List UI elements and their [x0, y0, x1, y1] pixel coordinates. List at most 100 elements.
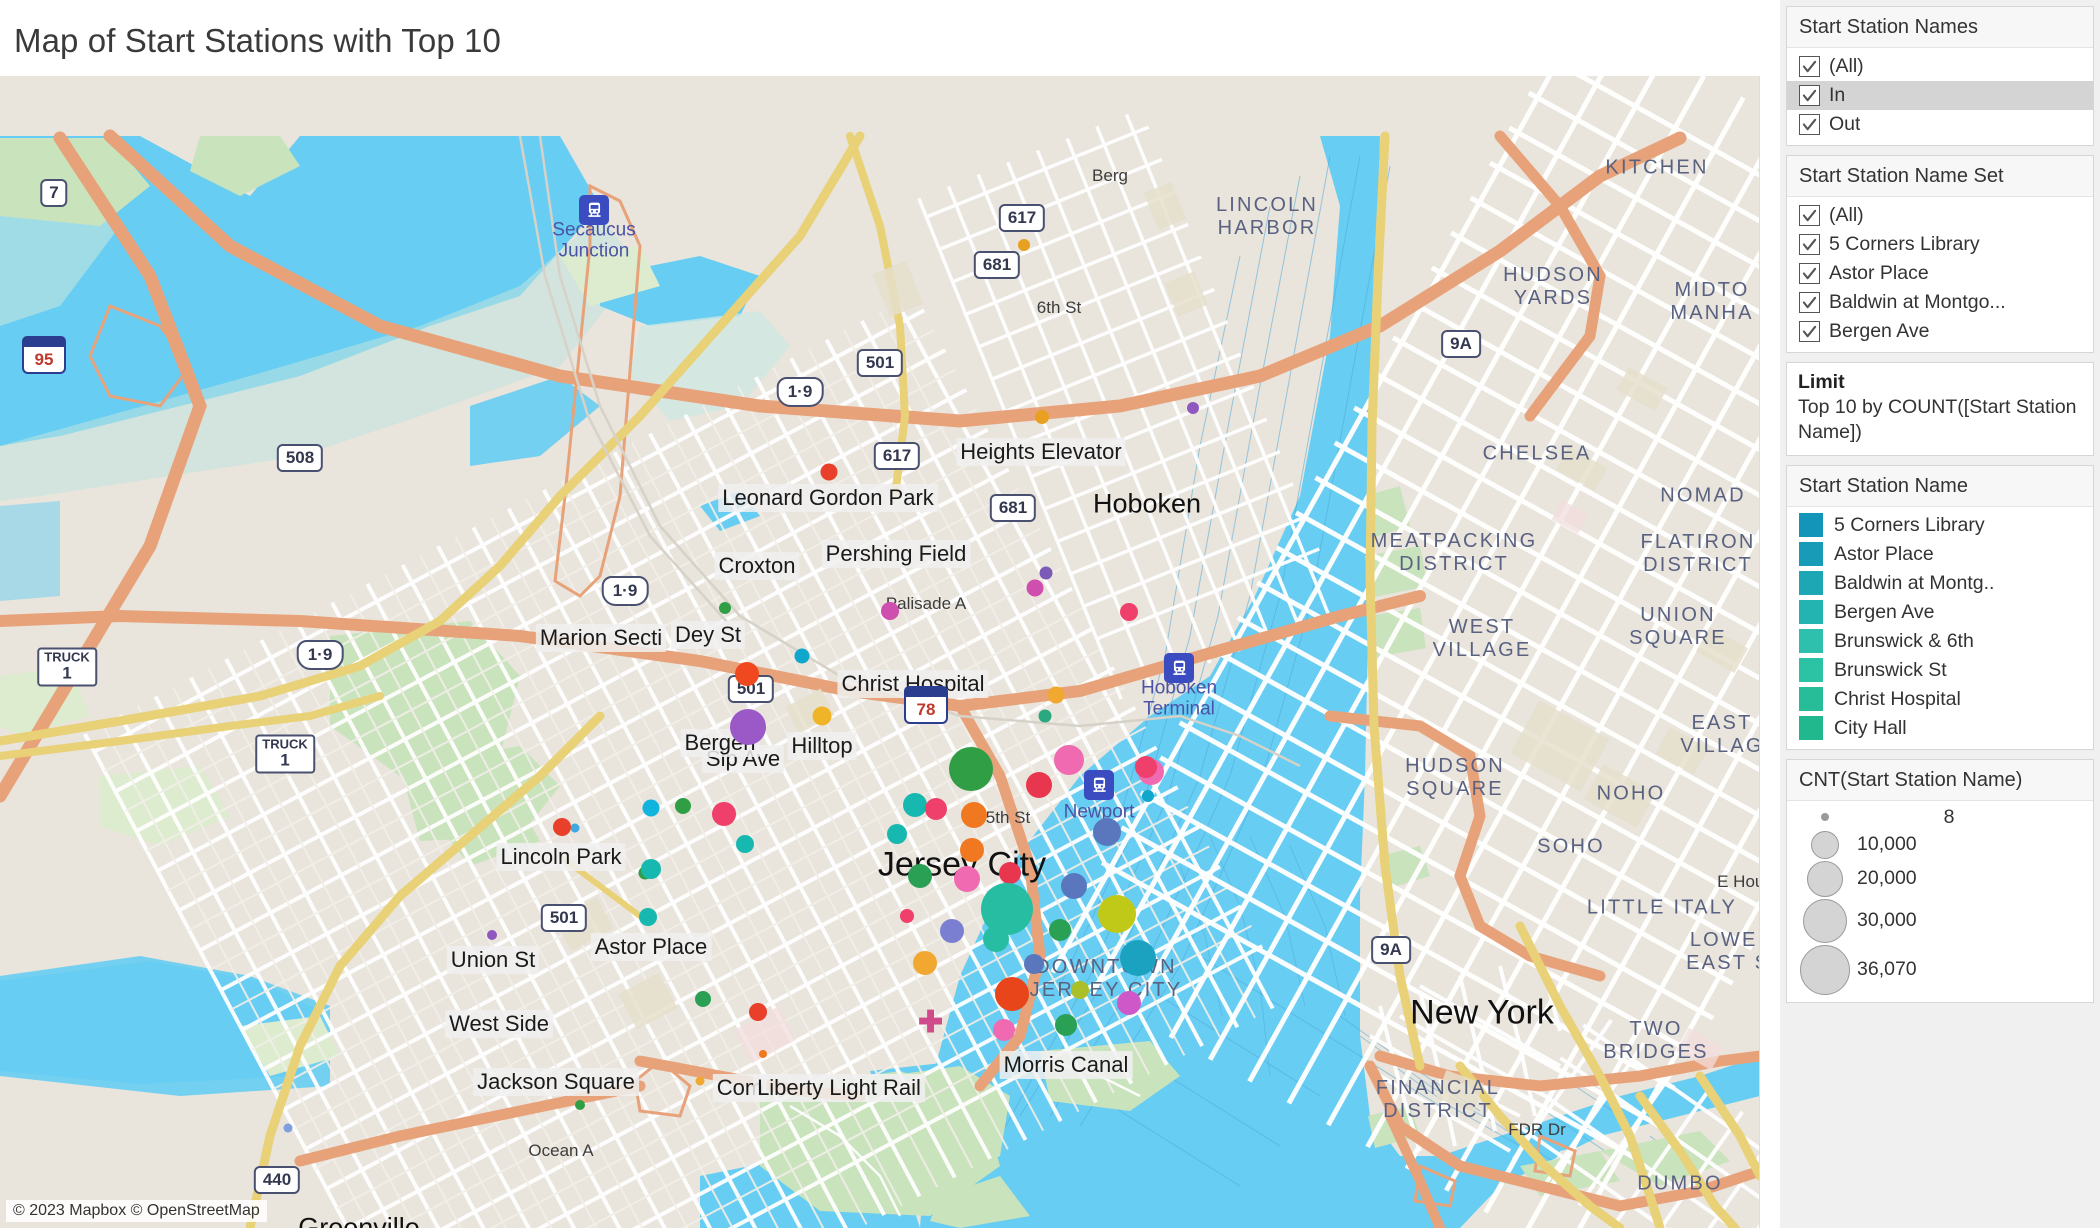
map-data-point[interactable] — [639, 908, 657, 926]
map-data-point[interactable] — [695, 1076, 705, 1086]
map-data-point[interactable] — [719, 602, 731, 614]
map-data-point[interactable] — [995, 977, 1029, 1011]
filter-option-all[interactable]: (All) — [1787, 201, 2093, 230]
color-legend-label: Bergen Ave — [1834, 600, 1935, 623]
color-legend-item[interactable]: Brunswick St — [1787, 656, 2093, 685]
map-data-point[interactable] — [1038, 709, 1052, 723]
map-data-point[interactable] — [1055, 1014, 1077, 1036]
map-data-point[interactable] — [1018, 239, 1030, 251]
map-data-point[interactable] — [794, 648, 810, 664]
filter-option-5-corners-library[interactable]: 5 Corners Library — [1787, 230, 2093, 259]
map-data-point[interactable] — [993, 1019, 1015, 1041]
checkbox-icon[interactable] — [1799, 321, 1820, 342]
color-swatch — [1799, 513, 1823, 538]
train-station-icon — [1084, 770, 1114, 800]
size-circle — [1821, 813, 1829, 822]
color-legend-label: Baldwin at Montg.. — [1834, 571, 1995, 594]
map-data-point[interactable] — [730, 709, 766, 745]
map-data-point[interactable] — [1071, 981, 1089, 999]
map-data-point[interactable] — [1049, 919, 1071, 941]
highway-shield: 501 — [856, 349, 904, 377]
size-circle — [1803, 898, 1847, 943]
map-data-point[interactable] — [1026, 772, 1052, 798]
color-legend-label: Christ Hospital — [1834, 687, 1961, 710]
highway-shield: 7 — [40, 179, 68, 207]
map-data-point[interactable] — [881, 602, 899, 620]
map-data-point[interactable] — [949, 747, 993, 791]
filter-option-astor-place[interactable]: Astor Place — [1787, 259, 2093, 288]
map-data-point[interactable] — [812, 706, 832, 726]
color-legend-item[interactable]: 5 Corners Library — [1787, 511, 2093, 540]
map-data-point[interactable] — [820, 463, 838, 481]
color-legend-item[interactable]: City Hall — [1787, 714, 2093, 743]
map-data-point[interactable] — [735, 662, 759, 686]
map-data-point[interactable] — [1117, 991, 1141, 1015]
map-data-point[interactable] — [1026, 579, 1044, 597]
map-data-point[interactable] — [925, 798, 947, 820]
map-data-point[interactable] — [940, 919, 964, 943]
map-data-point[interactable] — [999, 862, 1021, 884]
color-legend-item[interactable]: Brunswick & 6th — [1787, 627, 2093, 656]
map-data-point[interactable] — [900, 909, 914, 923]
map-data-point[interactable] — [675, 798, 691, 814]
map-data-point[interactable] — [908, 864, 932, 888]
highway-shield: 1·9 — [601, 576, 649, 606]
filter-option-in[interactable]: In — [1787, 81, 2093, 110]
checkbox-icon[interactable] — [1799, 234, 1820, 255]
checkbox-icon[interactable] — [1799, 263, 1820, 284]
map-data-point[interactable] — [1135, 756, 1157, 778]
size-legend-item: 10,000 — [1787, 830, 2093, 860]
color-legend-item[interactable]: Astor Place — [1787, 540, 2093, 569]
map-data-point[interactable] — [887, 824, 907, 844]
map-data-point[interactable] — [1054, 745, 1084, 775]
map-data-point[interactable] — [1187, 402, 1199, 414]
map-data-point[interactable] — [695, 991, 711, 1007]
map-canvas[interactable]: Heights Elevator Leonard Gordon Park Persh… — [0, 76, 1759, 1228]
map-data-point[interactable] — [759, 1050, 767, 1058]
checkbox-icon[interactable] — [1799, 85, 1820, 106]
map-container[interactable]: Heights Elevator Leonard Gordon Park Persh… — [0, 76, 1760, 1228]
map-data-point[interactable] — [954, 866, 980, 892]
map-data-point[interactable] — [1035, 410, 1049, 424]
map-data-point[interactable] — [903, 793, 927, 817]
map-data-point[interactable] — [749, 1003, 767, 1021]
map-data-point[interactable] — [1120, 940, 1156, 976]
map-data-point[interactable] — [575, 1100, 585, 1110]
checkbox-icon[interactable] — [1799, 114, 1820, 135]
color-legend-item[interactable]: Bergen Ave — [1787, 598, 2093, 627]
size-legend-card: CNT(Start Station Name) 8 10,000 20,000 30,… — [1786, 758, 2094, 1003]
map-data-point[interactable] — [736, 835, 754, 853]
map-data-point[interactable] — [487, 930, 497, 940]
filter-option-baldwin-at-montgomery[interactable]: Baldwin at Montgo... — [1787, 288, 2093, 317]
highway-shield: 9A — [1441, 330, 1481, 358]
map-data-point[interactable] — [1024, 954, 1044, 974]
checkbox-icon[interactable] — [1799, 56, 1820, 77]
filter-option-out[interactable]: Out — [1787, 110, 2093, 139]
map-data-point[interactable] — [642, 799, 660, 817]
checkbox-icon[interactable] — [1799, 292, 1820, 313]
map-data-point[interactable] — [283, 1123, 293, 1133]
color-legend-item[interactable]: Baldwin at Montg.. — [1787, 569, 2093, 598]
map-data-point[interactable] — [1093, 818, 1121, 846]
map-data-point[interactable] — [1039, 566, 1053, 580]
map-data-point[interactable] — [913, 951, 937, 975]
map-data-point[interactable] — [1120, 603, 1138, 621]
filter-option-bergen-ave[interactable]: Bergen Ave — [1787, 317, 2093, 346]
size-circle-wrap — [1799, 944, 1851, 995]
map-data-point[interactable] — [961, 802, 987, 828]
map-data-point[interactable] — [960, 838, 984, 862]
checkbox-icon[interactable] — [1799, 205, 1820, 226]
map-data-point[interactable] — [1098, 895, 1136, 933]
map-data-point[interactable] — [983, 926, 1009, 952]
map-data-point[interactable] — [553, 818, 571, 836]
map-data-point[interactable] — [1047, 686, 1065, 704]
map-data-point[interactable] — [1061, 873, 1087, 899]
map-data-point[interactable] — [1142, 790, 1154, 802]
color-legend-item[interactable]: Christ Hospital — [1787, 685, 2093, 714]
map-data-point[interactable] — [641, 859, 661, 879]
filter-option-all[interactable]: (All) — [1787, 52, 2093, 81]
map-data-point[interactable] — [712, 802, 736, 826]
highway-shield: 617 — [998, 204, 1046, 232]
map-data-point[interactable] — [570, 823, 580, 833]
filter-option-label: Out — [1829, 113, 1861, 135]
